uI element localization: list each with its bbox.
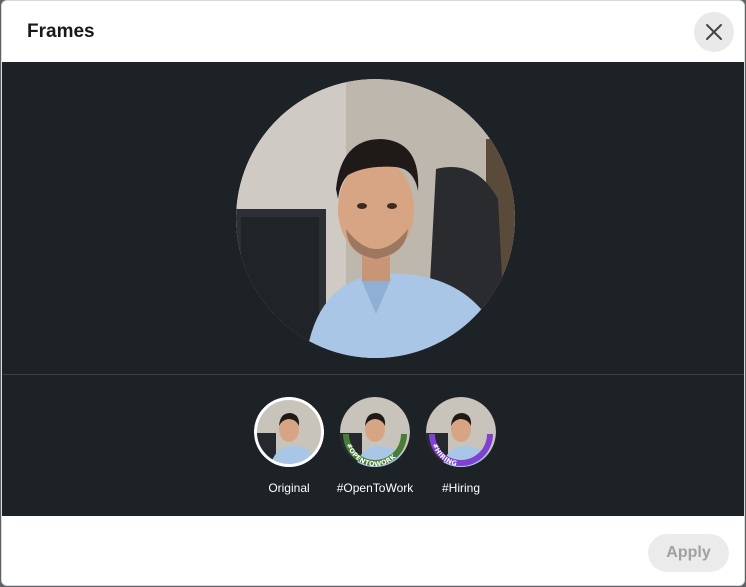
person-photo bbox=[236, 79, 515, 358]
dialog-title: Frames bbox=[27, 21, 95, 42]
frame-thumbnail bbox=[254, 397, 324, 467]
apply-button[interactable]: Apply bbox=[648, 534, 729, 572]
frames-dialog: Frames Original #OPENTOWORK #OpenToWork … bbox=[1, 0, 745, 586]
frame-option-label: #OpenToWork bbox=[336, 481, 414, 495]
selected-indicator bbox=[254, 397, 324, 467]
frame-option-label: #Hiring bbox=[441, 481, 480, 495]
hiring-frame: #HIRING bbox=[426, 397, 496, 467]
close-button[interactable] bbox=[694, 12, 734, 52]
close-icon bbox=[706, 24, 722, 40]
dialog-header: Frames bbox=[2, 1, 744, 62]
frame-thumbnail: #OPENTOWORK bbox=[340, 397, 410, 467]
frame-option-hiring[interactable]: #HIRING #Hiring bbox=[416, 397, 506, 495]
frame-option-original[interactable]: Original bbox=[244, 397, 334, 495]
frame-options: Original #OPENTOWORK #OpenToWork #HIRING… bbox=[2, 375, 744, 516]
open-to-work-frame: #OPENTOWORK bbox=[340, 397, 410, 467]
frame-option-label: Original bbox=[268, 481, 310, 495]
frame-preview-area bbox=[2, 62, 744, 374]
frame-thumbnail: #HIRING bbox=[426, 397, 496, 467]
profile-photo-preview bbox=[236, 79, 515, 358]
dialog-footer: Apply bbox=[2, 516, 744, 585]
frame-option-opentowork[interactable]: #OPENTOWORK #OpenToWork bbox=[330, 397, 420, 495]
